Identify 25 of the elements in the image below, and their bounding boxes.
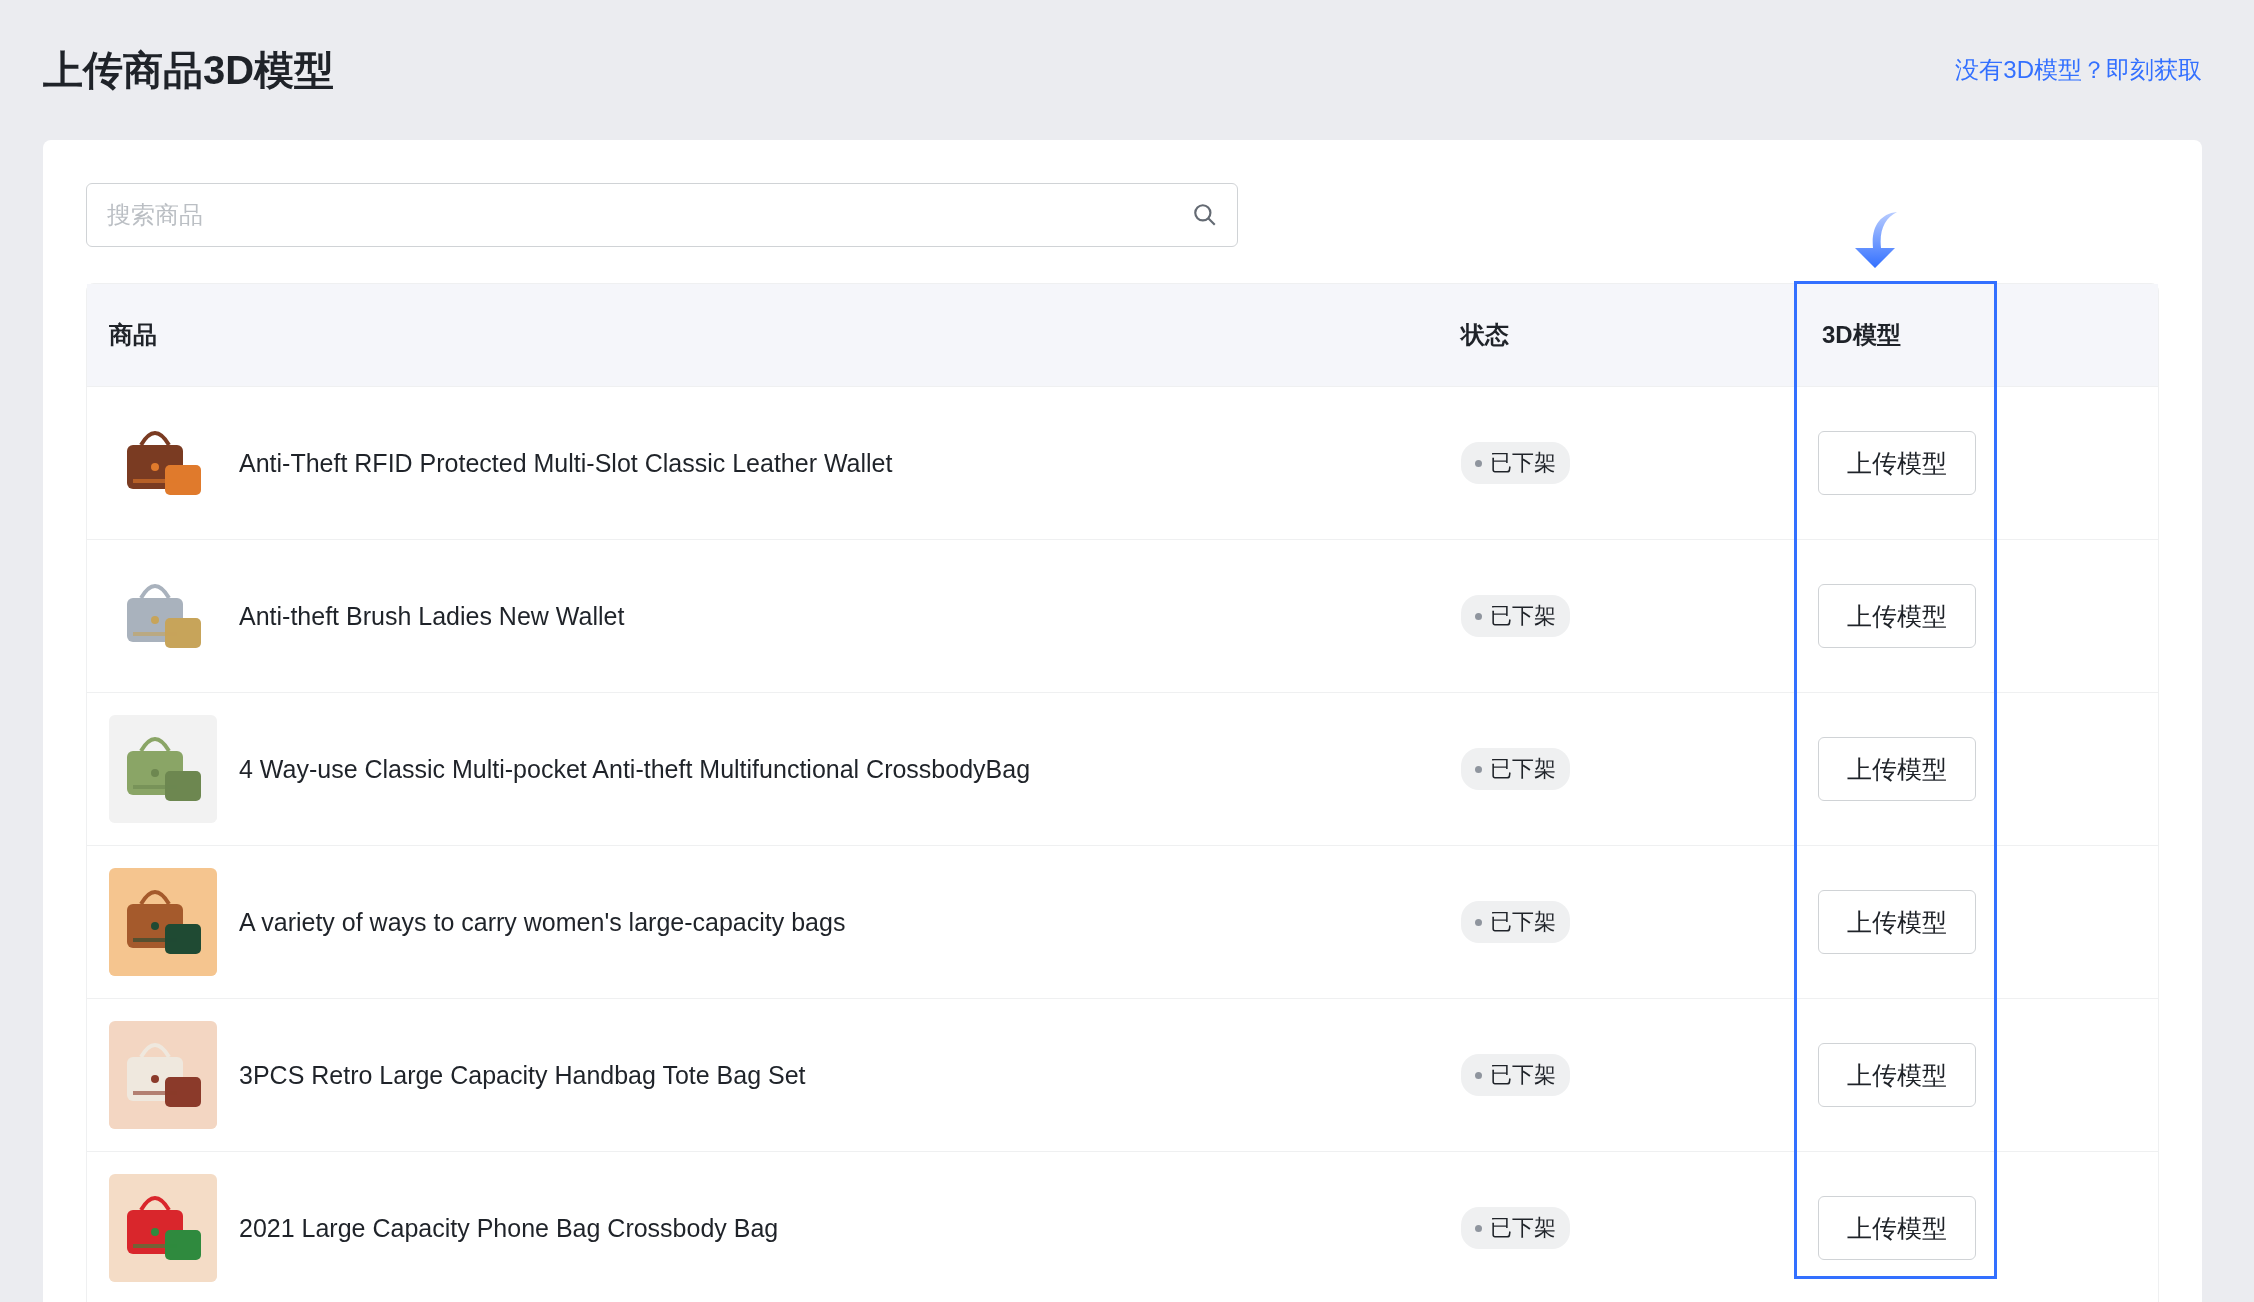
help-link[interactable]: 没有3D模型？即刻获取 (1955, 54, 2202, 86)
status-badge: 已下架 (1461, 1207, 1570, 1249)
upload-model-button[interactable]: 上传模型 (1818, 890, 1976, 954)
product-name: 4 Way-use Classic Multi-pocket Anti-theft Multifunctional CrossbodyBag (239, 754, 1031, 784)
product-name: Anti-theft Brush Ladies New Wallet (239, 601, 625, 631)
upload-model-button[interactable]: 上传模型 (1818, 431, 1976, 495)
status-badge: 已下架 (1461, 1054, 1570, 1096)
upload-model-button[interactable]: 上传模型 (1818, 737, 1976, 801)
product-name: 2021 Large Capacity Phone Bag Crossbody Bag (239, 1213, 779, 1243)
page-title: 上传商品3D模型 (43, 46, 335, 94)
status-badge: 已下架 (1461, 901, 1570, 943)
product-name: Anti-Theft RFID Protected Multi-Slot Classic Leather Wallet (239, 448, 893, 478)
search-field[interactable]: 搜索商品 (86, 183, 1238, 247)
column-header: 状态 (1459, 320, 1510, 350)
product-name: 3PCS Retro Large Capacity Handbag Tote Bag Set (239, 1060, 806, 1090)
status-badge: 已下架 (1461, 595, 1570, 637)
status-badge: 已下架 (1461, 442, 1570, 484)
upload-model-button[interactable]: 上传模型 (1818, 1196, 1976, 1260)
product-name: A variety of ways to carry women's large-capacity bags (239, 907, 846, 937)
upload-model-button[interactable]: 上传模型 (1818, 584, 1976, 648)
status-badge: 已下架 (1461, 748, 1570, 790)
search-icon[interactable] (1192, 202, 1218, 228)
column-header: 商品 (108, 320, 158, 350)
column-header: 3D模型 (1821, 320, 1902, 350)
upload-model-button[interactable]: 上传模型 (1818, 1043, 1976, 1107)
